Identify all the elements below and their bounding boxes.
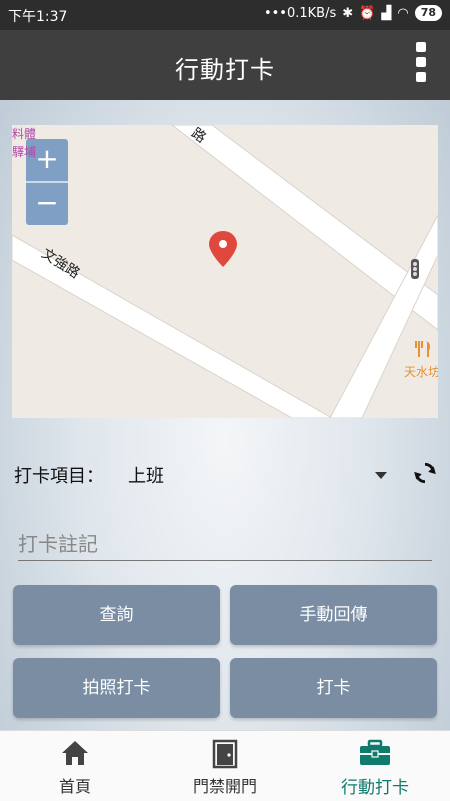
more-vert-icon[interactable] (414, 42, 428, 90)
punch-item-select[interactable]: 上班 (128, 462, 164, 488)
wifi-icon: ◠ (397, 5, 409, 21)
manual-upload-button[interactable]: 手動回傳 (230, 585, 437, 645)
poi-label: 天水坊 (404, 365, 438, 379)
punch-button[interactable]: 打卡 (230, 658, 437, 718)
refresh-icon[interactable] (412, 460, 438, 486)
punch-item-row: 打卡項目： 上班 (14, 460, 439, 490)
bluetooth-icon: ✱ (342, 5, 354, 21)
briefcase-icon (360, 739, 390, 765)
bottom-navigation: 首頁 門禁開門 行動打卡 (0, 730, 450, 801)
home-icon (62, 741, 88, 765)
query-button[interactable]: 查詢 (13, 585, 220, 645)
app-bar: 行動打卡 (0, 30, 450, 100)
photo-punch-button[interactable]: 拍照打卡 (13, 658, 220, 718)
signal-icon: ▟ (381, 5, 392, 21)
nav-item-mobile-punch[interactable]: 行動打卡 (300, 731, 450, 801)
door-icon (212, 739, 238, 769)
status-time: 下午1:37 (8, 9, 68, 25)
poi-label: 驛埔 (12, 145, 37, 159)
poi-label: 料體 (12, 127, 37, 141)
restaurant-icon (415, 341, 430, 357)
nav-item-home[interactable]: 首頁 (0, 731, 150, 801)
status-bar: 下午1:37 •••0.1KB/s ✱ ⏰ ▟ ◠ 78 (0, 0, 450, 30)
alarm-icon: ⏰ (359, 5, 376, 21)
battery-icon: 78 (414, 5, 442, 21)
nav-label: 首頁 (58, 777, 91, 796)
map-view[interactable]: + − 文強路 路 天水坊 料體 驛埔 (12, 125, 438, 418)
zoom-out-button[interactable]: − (26, 183, 68, 225)
nav-item-door[interactable]: 門禁開門 (150, 731, 300, 801)
dropdown-arrow-icon[interactable] (375, 472, 387, 479)
nav-label: 行動打卡 (341, 778, 409, 798)
punch-note-input[interactable] (18, 528, 432, 561)
nav-label: 門禁開門 (192, 777, 257, 796)
page-title: 行動打卡 (175, 56, 275, 84)
location-pin-icon (209, 231, 237, 267)
punch-item-label: 打卡項目： (14, 466, 104, 487)
network-speed: •••0.1KB/s (263, 5, 337, 21)
status-icons: •••0.1KB/s ✱ ⏰ ▟ ◠ 78 (264, 5, 442, 21)
